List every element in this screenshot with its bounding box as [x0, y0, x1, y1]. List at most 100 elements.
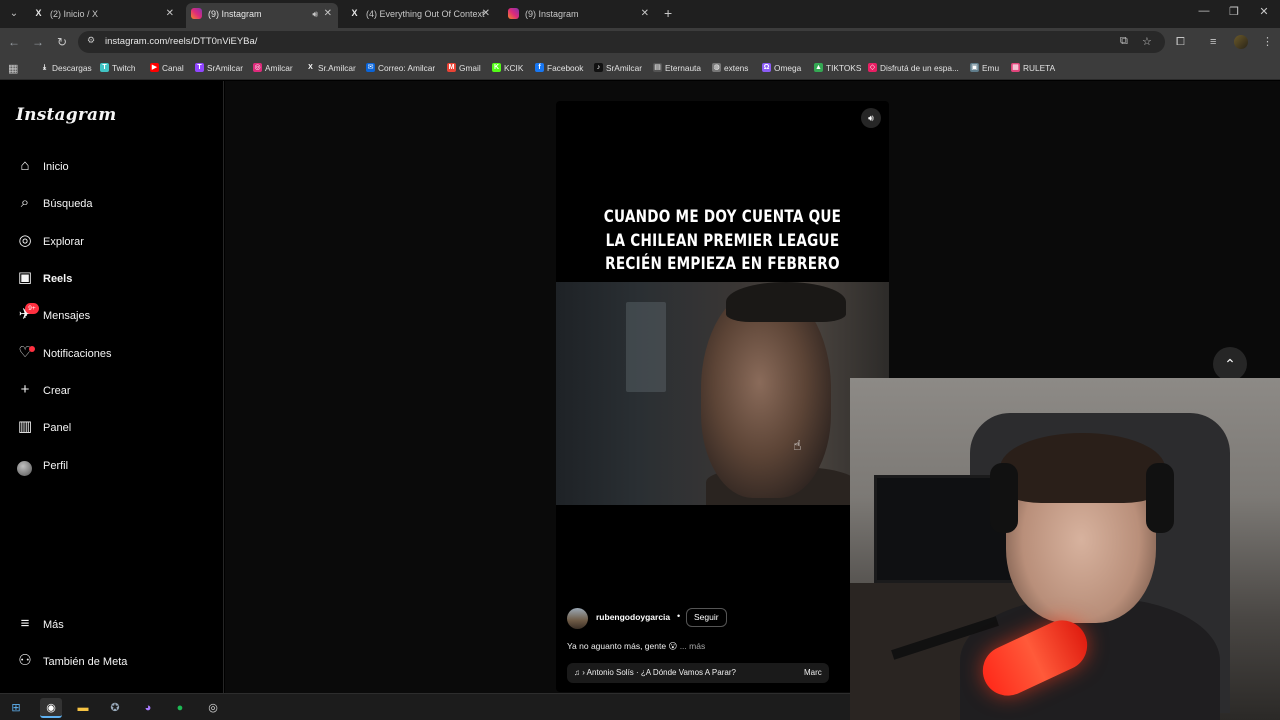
menu-dots-icon[interactable]: ⋮: [1262, 34, 1273, 50]
sidebar-item-label: Explorar: [43, 236, 84, 248]
tab-x-inicio[interactable]: X (2) Inicio / X ✕: [28, 3, 180, 25]
heart-icon: ♡: [16, 344, 35, 362]
bookmark-item[interactable]: ♪ SrAmilcar: [594, 56, 642, 80]
instagram-logo[interactable]: Instagram: [16, 105, 116, 125]
sidebar-item-label: También de Meta: [43, 656, 128, 668]
bookmark-item[interactable]: f Facebook: [535, 56, 583, 80]
instagram-icon: [508, 8, 519, 19]
tab-x-out-of-context[interactable]: X (4) Everything Out Of Context ✕: [344, 3, 496, 25]
bookmark-item[interactable]: ◍ extens: [712, 56, 748, 80]
media-control-icon[interactable]: ≡: [1210, 34, 1216, 50]
spotify-icon[interactable]: ●: [169, 698, 191, 718]
sidebar-item-inicio[interactable]: ⌂ Inicio: [16, 154, 216, 180]
bookmark-item[interactable]: X Sr.Amilcar: [306, 56, 356, 80]
file-explorer-icon[interactable]: ▬: [72, 698, 94, 718]
sidebar-item-busqueda[interactable]: ⌕ Búsqueda: [16, 191, 216, 217]
reload-icon[interactable]: ↻: [54, 34, 70, 50]
sidebar-item-perfil[interactable]: Perfil: [16, 453, 216, 479]
headset-left: [990, 463, 1018, 533]
bookmark-item[interactable]: M Gmail: [447, 56, 481, 80]
follow-button[interactable]: Seguir: [686, 608, 727, 627]
bookmark-item[interactable]: ✉ Correo: Amilcar: [366, 56, 435, 80]
bookmark-icon: f: [535, 63, 544, 72]
bookmark-label: RULETA: [1023, 63, 1056, 73]
extensions-icon[interactable]: ⧠: [1176, 34, 1185, 50]
discord-icon[interactable]: ◕: [137, 698, 159, 718]
windows-start-icon[interactable]: ⊞: [5, 698, 27, 718]
bookmark-item[interactable]: ⤓ Descargas: [40, 56, 92, 80]
mouse-cursor-icon: ☝︎: [793, 437, 802, 453]
music-pill[interactable]: ♫ › Antonio Solís · ¿A Dónde Vamos A Par…: [567, 663, 829, 683]
bookmark-item[interactable]: ◎ Amilcar: [253, 56, 293, 80]
site-info-icon[interactable]: ⚙: [87, 35, 95, 46]
overlay-line: LA CHILEAN PREMIER LEAGUE: [605, 230, 840, 251]
sidebar-item-tambien-de-meta[interactable]: ⚇ También de Meta: [16, 649, 216, 675]
apps-grid-icon[interactable]: ▦: [8, 61, 18, 77]
address-bar[interactable]: ⚙ instagram.com/reels/DTT0nViEYBa/ ⧉ ☆: [78, 31, 1165, 53]
bookmark-item[interactable]: ▦ RULETA: [1011, 56, 1055, 80]
chevron-up-icon[interactable]: ⌃: [1213, 347, 1247, 381]
bookmark-icon: ▦: [1011, 63, 1020, 72]
user-avatar[interactable]: [567, 608, 588, 629]
plus-icon: +: [20, 381, 30, 398]
bookmark-icon: ▲: [814, 63, 823, 72]
sidebar-item-label: Reels: [43, 273, 73, 285]
install-app-icon[interactable]: ⧉: [1120, 35, 1128, 48]
bookmark-star-icon[interactable]: ☆: [1142, 35, 1152, 48]
close-icon[interactable]: ✕: [166, 3, 174, 25]
bookmark-item[interactable]: ▣ Emu: [970, 56, 999, 80]
profile-avatar-icon[interactable]: [1234, 35, 1248, 49]
reel-video-frame[interactable]: [556, 282, 889, 505]
bookmark-label: Correo: Amilcar: [378, 63, 436, 73]
bookmark-label: Twitch: [112, 63, 136, 73]
bookmark-item[interactable]: T Twitch: [100, 56, 136, 80]
bookmark-icon: ✉: [366, 63, 375, 72]
tab-title: (2) Inicio / X: [50, 9, 99, 19]
reel-username[interactable]: rubengodoygarcia: [596, 612, 670, 622]
more-link[interactable]: ... más: [680, 641, 706, 651]
close-icon[interactable]: ✕: [482, 3, 490, 25]
back-icon[interactable]: ←: [6, 34, 22, 50]
minimize-icon[interactable]: —: [1195, 5, 1213, 17]
reel-player[interactable]: CUANDO ME DOY CUENTA QUE LA CHILEAN PREM…: [556, 101, 889, 692]
close-icon[interactable]: ✕: [324, 3, 332, 25]
sidebar-item-explorar[interactable]: ◎ Explorar: [16, 229, 216, 255]
bookmark-icon: ▶: [150, 63, 159, 72]
bookmark-label: Sr.Amilcar: [318, 63, 356, 73]
bookmark-item[interactable]: K KCIK: [492, 56, 523, 80]
speaker-icon[interactable]: 🔊︎: [312, 3, 318, 25]
notification-badge: 9+: [25, 303, 39, 314]
sidebar-item-label: Búsqueda: [43, 198, 93, 210]
sidebar-item-mas[interactable]: ≡ Más: [16, 612, 216, 638]
obs-icon[interactable]: ◎: [202, 698, 224, 718]
window-close-icon[interactable]: ✕: [1255, 5, 1273, 18]
sidebar-item-reels[interactable]: ▣ Reels: [16, 266, 216, 292]
new-tab-icon[interactable]: +: [664, 4, 672, 22]
bookmark-label: Canal: [162, 63, 184, 73]
avatar: [17, 461, 32, 476]
sidebar-item-label: Notificaciones: [43, 348, 112, 360]
bookmark-icon: X: [306, 63, 315, 72]
bookmark-item[interactable]: ▶ Canal: [150, 56, 184, 80]
sidebar-item-crear[interactable]: + Crear: [16, 378, 216, 404]
sidebar-item-mensajes[interactable]: ✈ 9+ Mensajes: [16, 303, 216, 329]
bookmark-item[interactable]: T SrAmilcar: [195, 56, 243, 80]
restore-icon[interactable]: ❐: [1225, 5, 1243, 18]
bookmark-icon: T: [195, 63, 204, 72]
bookmark-item[interactable]: Ω Omega: [762, 56, 801, 80]
sidebar-item-panel[interactable]: ▥ Panel: [16, 415, 216, 441]
tab-instagram[interactable]: (9) Instagram ✕: [503, 3, 655, 25]
chrome-icon[interactable]: ◉: [40, 698, 62, 718]
close-icon[interactable]: ✕: [641, 3, 649, 25]
bookmark-item[interactable]: ◇ Disfrutá de un espa...: [868, 56, 959, 80]
sidebar-item-notificaciones[interactable]: ♡ Notificaciones: [16, 341, 216, 367]
tab-search-icon[interactable]: ⌄: [5, 5, 23, 23]
overlay-line: RECIÉN EMPIEZA EN FEBRERO: [605, 254, 840, 274]
volume-icon[interactable]: 🔊︎: [861, 108, 881, 128]
bookmark-item[interactable]: ▤ Eternauta: [653, 56, 701, 80]
tab-instagram-active[interactable]: (9) Instagram 🔊︎ ✕: [186, 3, 338, 28]
bookmark-item[interactable]: ▲ TIKTOKS: [814, 56, 861, 80]
bookmark-label: Omega: [774, 63, 802, 73]
forward-icon[interactable]: →: [30, 34, 46, 50]
app-icon[interactable]: ✪: [104, 698, 126, 718]
